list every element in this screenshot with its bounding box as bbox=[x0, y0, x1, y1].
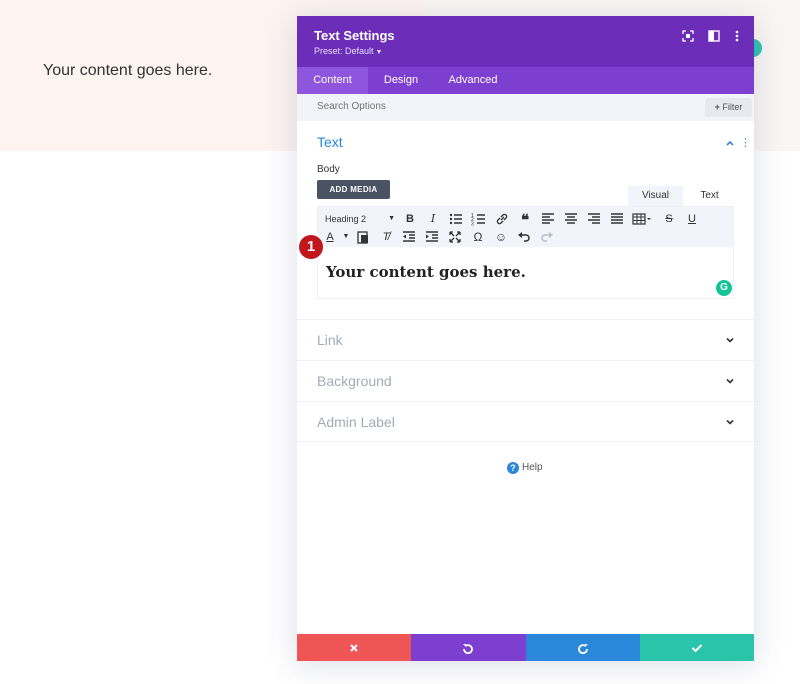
chevron-down-icon bbox=[726, 419, 734, 425]
modal-header: Text Settings Preset: Default ▼ bbox=[297, 16, 754, 67]
bullet-list-icon[interactable] bbox=[448, 211, 464, 227]
section-title-text[interactable]: Text bbox=[317, 134, 343, 150]
check-icon bbox=[691, 643, 703, 652]
page-content-text: Your content goes here. bbox=[43, 62, 213, 79]
strikethrough-icon[interactable]: S bbox=[661, 211, 677, 227]
editor-toolbar: Heading 2 ▼ B I 123 ❝ S U A ▼ T̸ Ω ☺ bbox=[318, 207, 733, 247]
special-character-icon[interactable]: Ω bbox=[470, 229, 486, 245]
paste-text-icon[interactable] bbox=[355, 229, 371, 245]
section-link-label: Link bbox=[317, 332, 343, 348]
svg-text:3: 3 bbox=[471, 222, 474, 228]
editor-tab-text[interactable]: Text bbox=[683, 186, 736, 206]
save-button[interactable] bbox=[639, 634, 754, 661]
more-vert-icon[interactable] bbox=[730, 29, 744, 43]
help-icon: ? bbox=[507, 462, 519, 474]
caret-down-icon: ▼ bbox=[388, 215, 395, 222]
bold-icon[interactable]: B bbox=[402, 211, 418, 227]
focus-icon[interactable] bbox=[681, 29, 695, 43]
section-admin-label-label: Admin Label bbox=[317, 414, 395, 430]
caret-down-icon[interactable]: ▼ bbox=[338, 229, 354, 245]
italic-icon[interactable]: I bbox=[425, 211, 441, 227]
numbered-list-icon[interactable]: 123 bbox=[471, 211, 487, 227]
modal-title: Text Settings bbox=[314, 28, 395, 43]
outdent-icon[interactable] bbox=[401, 229, 417, 245]
search-options-input[interactable] bbox=[317, 101, 617, 112]
section-link[interactable]: Link bbox=[297, 319, 754, 360]
redo-icon[interactable] bbox=[539, 229, 555, 245]
chevron-down-icon bbox=[726, 337, 734, 343]
chevron-down-icon bbox=[726, 378, 734, 384]
caret-down-icon: ▼ bbox=[375, 49, 383, 56]
align-justify-icon[interactable] bbox=[609, 211, 625, 227]
redo-icon bbox=[577, 643, 588, 654]
align-right-icon[interactable] bbox=[586, 211, 602, 227]
editor-tab-visual[interactable]: Visual bbox=[628, 186, 683, 206]
text-color-icon[interactable]: A bbox=[322, 229, 338, 245]
tab-advanced[interactable]: Advanced bbox=[440, 67, 506, 94]
indent-icon[interactable] bbox=[424, 229, 440, 245]
modal-tabs: Content Design Advanced bbox=[297, 67, 754, 94]
chevron-up-icon[interactable] bbox=[725, 138, 735, 148]
clear-format-icon[interactable]: T̸ bbox=[378, 229, 394, 245]
step-badge: 1 bbox=[299, 235, 323, 259]
format-select[interactable]: Heading 2 ▼ bbox=[325, 211, 397, 227]
rich-text-editor: Heading 2 ▼ B I 123 ❝ S U A ▼ T̸ Ω ☺ You… bbox=[317, 206, 734, 299]
help-link[interactable]: ? Help bbox=[507, 462, 543, 474]
emoji-icon[interactable]: ☺ bbox=[493, 229, 509, 245]
modal-footer bbox=[297, 634, 754, 661]
undo-button[interactable] bbox=[411, 634, 526, 661]
undo-icon bbox=[463, 643, 474, 654]
section-more-icon[interactable]: ⋮ bbox=[740, 136, 751, 149]
tab-design[interactable]: Design bbox=[368, 67, 434, 94]
preset-selector[interactable]: Preset: Default ▼ bbox=[314, 46, 382, 56]
filter-button[interactable]: + Filter bbox=[705, 98, 752, 117]
table-icon[interactable] bbox=[632, 211, 652, 227]
discard-button[interactable] bbox=[297, 634, 412, 661]
text-settings-modal: Text Settings Preset: Default ▼ Content D… bbox=[297, 16, 754, 661]
underline-icon[interactable]: U bbox=[684, 211, 700, 227]
grammarly-icon[interactable]: G bbox=[716, 280, 732, 296]
align-left-icon[interactable] bbox=[540, 211, 556, 227]
editor-content[interactable]: Your content goes here. bbox=[326, 263, 526, 281]
add-media-button[interactable]: ADD MEDIA bbox=[317, 180, 390, 199]
body-label: Body bbox=[317, 164, 340, 175]
plus-icon: + bbox=[714, 102, 720, 112]
split-view-icon[interactable] bbox=[707, 29, 721, 43]
redo-button[interactable] bbox=[525, 634, 640, 661]
help-label: Help bbox=[522, 462, 543, 473]
section-background[interactable]: Background bbox=[297, 360, 754, 401]
fullscreen-icon[interactable] bbox=[447, 229, 463, 245]
close-icon bbox=[350, 643, 358, 652]
preset-label: Preset: Default bbox=[314, 46, 374, 56]
tab-content[interactable]: Content bbox=[297, 67, 368, 94]
undo-icon[interactable] bbox=[516, 229, 532, 245]
section-background-label: Background bbox=[317, 373, 392, 389]
link-icon[interactable] bbox=[494, 211, 510, 227]
filter-label: Filter bbox=[722, 102, 743, 112]
blockquote-icon[interactable]: ❝ bbox=[517, 212, 533, 228]
align-center-icon[interactable] bbox=[563, 211, 579, 227]
search-bar: + Filter bbox=[297, 94, 754, 121]
format-select-value: Heading 2 bbox=[325, 214, 367, 224]
section-admin-label[interactable]: Admin Label bbox=[297, 401, 754, 442]
